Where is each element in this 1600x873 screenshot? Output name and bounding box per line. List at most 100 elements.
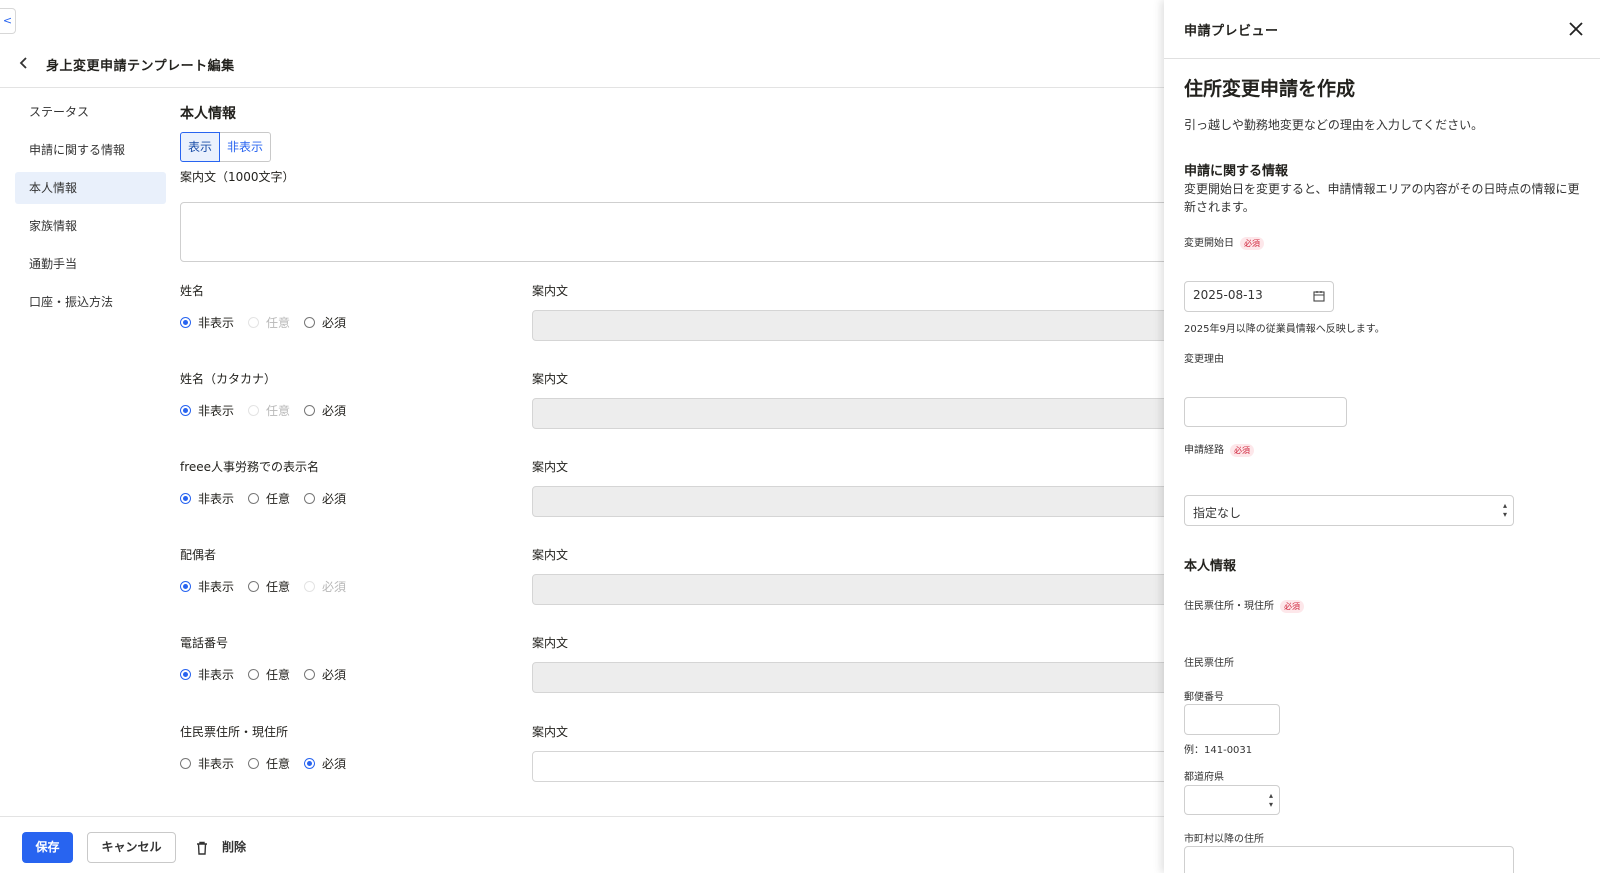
field-row-spouse: 配偶者 非表示 任意 必須 案内文 (180, 546, 1172, 626)
nav-item-commute-allowance[interactable]: 通勤手当 (15, 248, 166, 280)
trash-icon (197, 841, 207, 855)
route-label: 申請経路 (1184, 445, 1224, 456)
reason-label: 変更理由 (1184, 354, 1224, 365)
postal-code-input[interactable] (1184, 704, 1280, 735)
request-info-note: 変更開始日を変更すると、申請情報エリアの内容がその日時点の情報に更新されます。 (1184, 182, 1580, 214)
cancel-button[interactable]: キャンセル (87, 832, 176, 863)
show-toggle-button[interactable]: 表示 (180, 132, 221, 162)
radio-optional: 任意 (248, 402, 290, 419)
city-address-input[interactable] (1184, 846, 1514, 873)
postal-code-hint: 例：141-0031 (1184, 745, 1253, 756)
field-name: freee人事労務での表示名 (180, 460, 320, 474)
footer-actions: 保存 キャンセル 削除 (0, 816, 1164, 873)
field-name: 姓名 (180, 284, 205, 298)
field-visibility-radios: 非表示 任意 必須 (180, 490, 360, 507)
radio-dot (304, 581, 316, 592)
field-guide-input (532, 486, 1172, 517)
route-field-label: 申請経路 必須 (1184, 441, 1254, 457)
start-date-input[interactable]: 2025-08-13 (1184, 281, 1334, 312)
field-guide-input[interactable] (532, 751, 1172, 782)
radio-optional[interactable]: 任意 (248, 490, 290, 507)
radio-label: 非表示 (198, 580, 235, 594)
field-visibility-radios: 非表示 任意 必須 (180, 578, 360, 595)
radio-label: 任意 (266, 492, 291, 506)
radio-label: 必須 (322, 404, 347, 418)
field-guide-label: 案内文 (532, 284, 569, 298)
back-button[interactable] (14, 54, 34, 74)
radio-dot-selected (180, 405, 191, 416)
start-date-hint: 2025年9月以降の従業員情報へ反映します。 (1184, 324, 1385, 335)
radio-hidden[interactable]: 非表示 (180, 578, 234, 595)
select-arrows-icon: ▴ ▾ (1502, 501, 1507, 519)
select-arrows-icon: ▴ ▾ (1268, 791, 1273, 809)
field-row-address: 住民票住所・現住所 非表示 任意 必須 案内文 (180, 723, 1172, 803)
field-guide-input (532, 398, 1172, 429)
prefecture-label: 都道府県 (1184, 772, 1224, 783)
section-nav: ステータス 申請に関する情報 本人情報 家族情報 通勤手当 口座・振込方法 (15, 96, 166, 324)
radio-dot (304, 493, 316, 504)
field-row-name-kana: 姓名（カタカナ） 非表示 任意 必須 案内文 (180, 370, 1172, 450)
radio-label: 非表示 (198, 404, 235, 418)
radio-hidden[interactable]: 非表示 (180, 490, 234, 507)
field-name: 電話番号 (180, 636, 229, 650)
radio-optional[interactable]: 任意 (248, 578, 290, 595)
start-date-label: 変更開始日 (1184, 238, 1234, 249)
preview-title: 申請プレビュー (1184, 24, 1279, 39)
field-guide-label: 案内文 (532, 725, 569, 739)
section-title: 本人情報 (180, 106, 236, 122)
radio-label: 非表示 (198, 492, 235, 506)
radio-hidden[interactable]: 非表示 (180, 755, 234, 772)
field-visibility-radios: 非表示 任意 必須 (180, 402, 360, 419)
nav-item-family-info[interactable]: 家族情報 (15, 210, 166, 242)
radio-label: 任意 (266, 580, 291, 594)
radio-dot-selected (180, 493, 191, 504)
field-name: 配偶者 (180, 548, 217, 562)
radio-optional[interactable]: 任意 (248, 666, 290, 683)
delete-label: 削除 (222, 840, 247, 854)
route-select[interactable]: 指定なし ▴ ▾ (1184, 495, 1514, 526)
page-title: 身上変更申請テンプレート編集 (46, 59, 235, 74)
radio-hidden[interactable]: 非表示 (180, 402, 234, 419)
save-button[interactable]: 保存 (22, 832, 73, 863)
radio-required[interactable]: 必須 (304, 402, 346, 419)
radio-optional: 任意 (248, 314, 290, 331)
radio-required[interactable]: 必須 (304, 314, 346, 331)
radio-dot (248, 405, 260, 416)
preview-panel: 申請プレビュー 住所変更申請を作成 引っ越しや勤務地変更などの理由を入力してくだ… (1164, 0, 1600, 873)
radio-required[interactable]: 必須 (304, 755, 346, 772)
guide-text-area[interactable] (180, 202, 1170, 262)
radio-optional[interactable]: 任意 (248, 755, 290, 772)
radio-hidden[interactable]: 非表示 (180, 314, 234, 331)
radio-label: 任意 (266, 668, 291, 682)
radio-dot-selected (304, 758, 316, 769)
prefecture-select[interactable]: ▴ ▾ (1184, 785, 1280, 815)
reason-input[interactable] (1184, 397, 1347, 427)
field-visibility-radios: 非表示 任意 必須 (180, 666, 360, 683)
template-editor: 本人情報 表示 非表示 案内文（1000文字） 姓名 非表示 任意 必須 案内文… (180, 96, 1172, 816)
address-label: 住民票住所・現住所 (1184, 601, 1274, 612)
radio-label: 必須 (322, 316, 347, 330)
form-description: 引っ越しや勤務地変更などの理由を入力してください。 (1184, 118, 1484, 132)
nav-item-request-info[interactable]: 申請に関する情報 (15, 134, 166, 166)
radio-hidden[interactable]: 非表示 (180, 666, 234, 683)
field-row-phone: 電話番号 非表示 任意 必須 案内文 (180, 634, 1172, 714)
radio-required[interactable]: 必須 (304, 666, 346, 683)
radio-required[interactable]: 必須 (304, 490, 346, 507)
close-preview-button[interactable] (1566, 19, 1586, 39)
nav-item-bank-account[interactable]: 口座・振込方法 (15, 286, 166, 318)
radio-dot (304, 669, 316, 680)
radio-dot (248, 669, 260, 680)
resident-address-label: 住民票住所 (1184, 658, 1234, 669)
field-guide-label: 案内文 (532, 636, 569, 650)
sidebar-collapse-button[interactable]: < (0, 8, 16, 34)
nav-item-status[interactable]: ステータス (15, 96, 166, 128)
start-date-value: 2025-08-13 (1193, 288, 1263, 302)
chevron-left-icon (19, 57, 27, 69)
radio-dot (180, 758, 191, 769)
delete-button[interactable]: 削除 (196, 832, 246, 863)
route-value: 指定なし (1193, 506, 1242, 520)
hide-toggle-button[interactable]: 非表示 (220, 132, 272, 162)
field-guide-input (532, 574, 1172, 605)
nav-item-personal-info[interactable]: 本人情報 (15, 172, 166, 204)
field-visibility-radios: 非表示 任意 必須 (180, 314, 360, 331)
